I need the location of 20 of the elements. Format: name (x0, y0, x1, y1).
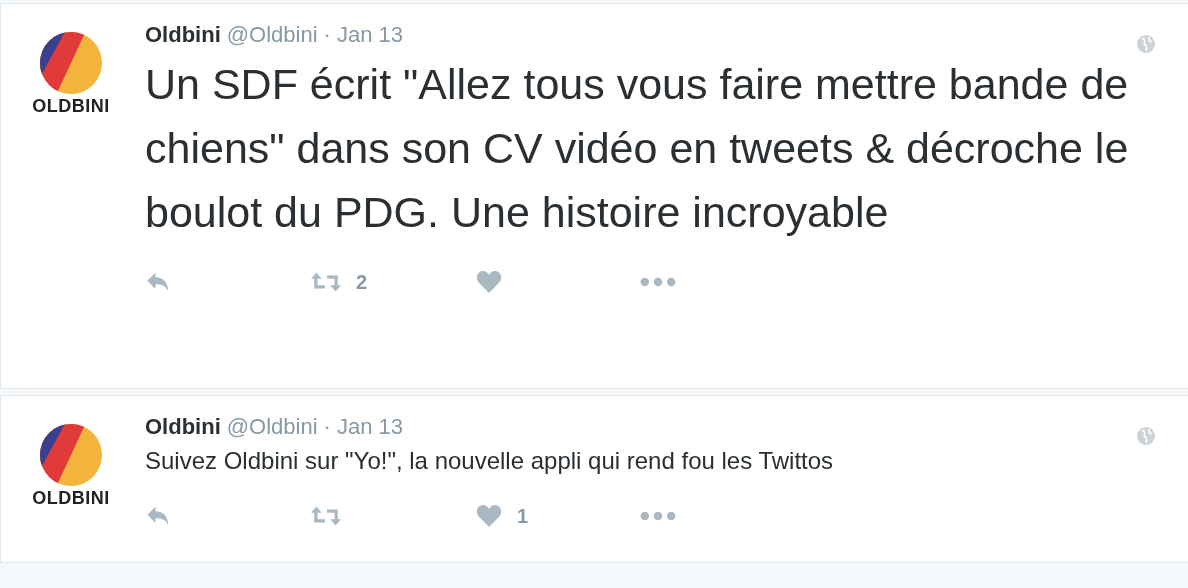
tweet-date[interactable]: · Jan 13 (323, 414, 404, 440)
globe-icon (1136, 426, 1156, 446)
logo-text: OLDBINI (32, 96, 110, 117)
globe-icon (1136, 34, 1156, 54)
heart-icon[interactable] (475, 504, 503, 528)
author-name[interactable]: Oldbini (145, 414, 221, 440)
more-icon[interactable] (640, 511, 676, 521)
author-name[interactable]: Oldbini (145, 22, 221, 48)
heart-icon[interactable] (475, 270, 503, 294)
like-count: 1 (517, 504, 529, 528)
tweet-date[interactable]: · Jan 13 (323, 22, 404, 48)
retweet-icon[interactable] (310, 270, 342, 294)
tweet-text: Suivez Oldbini sur "Yo!", la nouvelle appli qui rend fou les Twittos (145, 446, 835, 476)
retweet-count: 2 (356, 270, 368, 294)
retweet-icon[interactable] (310, 504, 342, 528)
author-handle[interactable]: @Oldbini (226, 22, 318, 48)
logo-text: OLDBINI (32, 488, 110, 509)
more-icon[interactable] (640, 277, 676, 287)
tweet-text: Un SDF écrit "Allez tous vous faire mettre bande de chiens" dans son CV vidéo en tweets & décroche le boulot du PDG. Une histoire incroyable (145, 59, 1130, 238)
author-handle[interactable]: @Oldbini (226, 414, 318, 440)
